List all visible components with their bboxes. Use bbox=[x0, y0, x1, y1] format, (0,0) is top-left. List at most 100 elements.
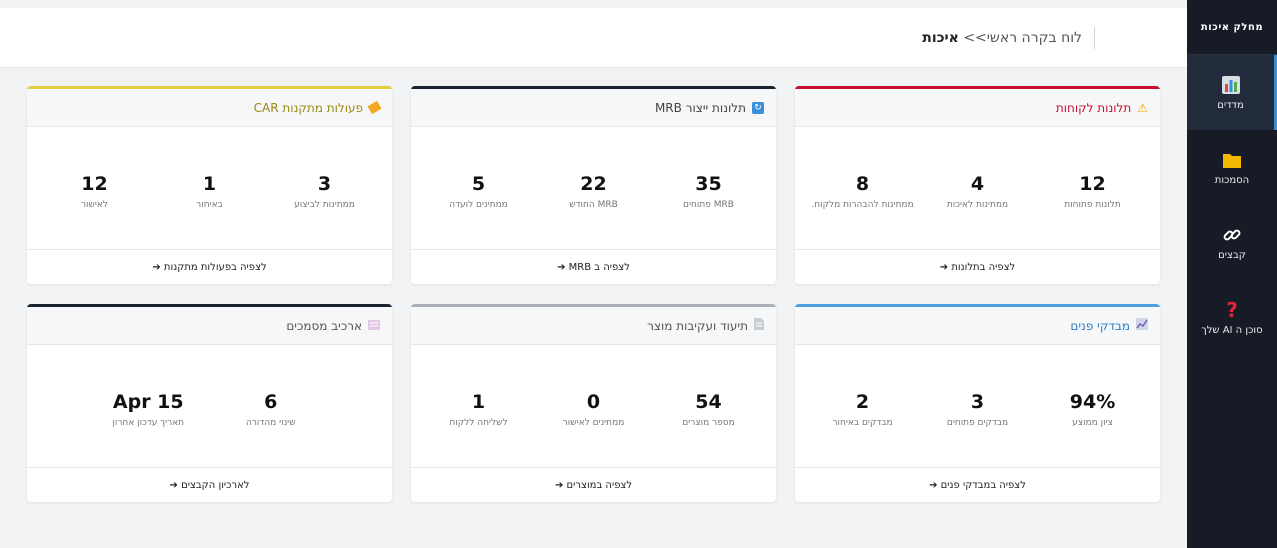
stat-label: מבדקים פתוחים bbox=[946, 418, 1009, 428]
stat: 12 לאישור bbox=[37, 173, 152, 249]
chart-icon bbox=[1221, 75, 1241, 95]
view-archive-link[interactable]: לארכיון הקבצים ➔ bbox=[27, 467, 392, 502]
dashboard-grid: ⚠ תלונות לקוחות 12 תלונות פתוחות 4 ממתינות… bbox=[27, 86, 1160, 502]
stat-value: 4 bbox=[970, 173, 985, 195]
breadcrumb: לוח בקרה ראשי>> איכות bbox=[922, 30, 1082, 46]
stat-label: תלונות פתוחות bbox=[1064, 200, 1121, 210]
card-document-archive: ארכיב מסמכים 6 שינוי מהדורה Apr 15 תאריך ע… bbox=[27, 304, 392, 502]
warning-icon: ⚠ bbox=[1137, 100, 1148, 115]
sidebar-item-label: סוכן ה AI שלך bbox=[1201, 324, 1263, 336]
card-header: ⚠ תלונות לקוחות bbox=[795, 89, 1160, 127]
stat-label: ממתינים לועדה bbox=[449, 200, 508, 210]
stat: 35 MRB פתוחים bbox=[651, 173, 766, 249]
stat: 54 מספר מוצרים bbox=[651, 391, 766, 467]
sidebar-item-certifications[interactable]: הסמכות bbox=[1187, 130, 1277, 205]
card-internal-audits: מבדקי פנים 94% ציון ממוצע 3 מבדקים פתוחים … bbox=[795, 304, 1160, 502]
card-header: תיעוד ועקיבות מוצר bbox=[411, 307, 776, 345]
stat: 12 תלונות פתוחות bbox=[1035, 173, 1150, 249]
stat-label: לאישור bbox=[80, 200, 109, 210]
stat-label: באיחור bbox=[196, 200, 223, 210]
stat-value: Apr 15 bbox=[112, 391, 184, 413]
stat: 94% ציון ממוצע bbox=[1035, 391, 1150, 467]
card-customer-complaints: ⚠ תלונות לקוחות 12 תלונות פתוחות 4 ממתינות… bbox=[795, 86, 1160, 284]
card-title: תלונות ייצור MRB bbox=[654, 100, 746, 115]
stat-label: ממתינות לביצוע bbox=[294, 200, 355, 210]
stat-value: 8 bbox=[855, 173, 870, 195]
stat-value: 6 bbox=[264, 391, 278, 413]
card-stats: 3 ממתינות לביצוע 1 באיחור 12 לאישור bbox=[27, 127, 392, 249]
stat: 1 לשליחה ללקוח bbox=[421, 391, 536, 467]
trend-icon bbox=[1136, 318, 1148, 333]
stat: 22 MRB החודש bbox=[536, 173, 651, 249]
view-products-link[interactable]: לצפיה במוצרים ➔ bbox=[411, 467, 776, 502]
sidebar-item-ai-agent[interactable]: ? סוכן ה AI שלך bbox=[1187, 280, 1277, 355]
stat-label: תאריך עדכון אחרון bbox=[112, 418, 185, 428]
card-product-traceability: תיעוד ועקיבות מוצר 54 מספר מוצרים 0 ממתיני… bbox=[411, 304, 776, 502]
card-corrective-actions: פעולות מתקנות CAR 3 ממתינות לביצוע 1 באיחו… bbox=[27, 86, 392, 284]
stat-value: 3 bbox=[970, 391, 985, 413]
stat: Apr 15 תאריך עדכון אחרון bbox=[87, 391, 210, 467]
stat-value: 1 bbox=[471, 391, 486, 413]
stat: 1 באיחור bbox=[152, 173, 267, 249]
stat-value: 0 bbox=[586, 391, 601, 413]
stat-value: 22 bbox=[580, 173, 607, 195]
stat: 2 מבדקים באיחור bbox=[805, 391, 920, 467]
stat-label: ממתינות לאיכות bbox=[946, 200, 1009, 210]
card-header: ↻ תלונות ייצור MRB bbox=[411, 89, 776, 127]
stat-label: ממתינים לאישור bbox=[562, 418, 625, 428]
view-mrb-link[interactable]: לצפיה ב MRB ➔ bbox=[411, 249, 776, 284]
link-icon bbox=[1222, 225, 1242, 245]
card-title: ארכיב מסמכים bbox=[286, 318, 362, 333]
card-header: מבדקי פנים bbox=[795, 307, 1160, 345]
stat-value: 12 bbox=[1079, 173, 1106, 195]
card-stats: 6 שינוי מהדורה Apr 15 תאריך עדכון אחרון bbox=[27, 345, 392, 467]
card-stats: 35 MRB פתוחים 22 MRB החודש 5 ממתינים לועדה bbox=[411, 127, 776, 249]
sidebar-item-label: קבצים bbox=[1218, 249, 1246, 261]
stat: 3 ממתינות לביצוע bbox=[267, 173, 382, 249]
stat-label: MRB פתוחים bbox=[683, 200, 734, 210]
view-audits-link[interactable]: לצפיה במבדקי פנים ➔ bbox=[795, 467, 1160, 502]
refresh-icon: ↻ bbox=[752, 101, 764, 114]
stat-value: 12 bbox=[81, 173, 108, 195]
sidebar-title: מחלק איכות bbox=[1187, 0, 1277, 55]
stat: 3 מבדקים פתוחים bbox=[920, 391, 1035, 467]
card-stats: 94% ציון ממוצע 3 מבדקים פתוחים 2 מבדקים באי… bbox=[795, 345, 1160, 467]
stat-label: מבדקים באיחור bbox=[832, 418, 893, 428]
card-title: מבדקי פנים bbox=[1070, 318, 1130, 333]
stat-value: 3 bbox=[317, 173, 332, 195]
card-stats: 54 מספר מוצרים 0 ממתינים לאישור 1 לשליחה לל… bbox=[411, 345, 776, 467]
stat-value: 2 bbox=[855, 391, 870, 413]
folder-icon bbox=[1222, 150, 1242, 170]
tag-icon bbox=[367, 100, 382, 115]
card-header: פעולות מתקנות CAR bbox=[27, 89, 392, 127]
stat-label: שינוי מהדורה bbox=[245, 418, 296, 428]
sidebar-item-metrics[interactable]: מדדים bbox=[1187, 55, 1277, 130]
archive-icon bbox=[368, 319, 380, 333]
card-stats: 12 תלונות פתוחות 4 ממתינות לאיכות 8 ממתינות… bbox=[795, 127, 1160, 249]
header-divider bbox=[1094, 26, 1095, 49]
sidebar: מחלק איכות מדדים הסמכות קבצים ? סוכן ה A… bbox=[1187, 0, 1277, 548]
card-title: תיעוד ועקיבות מוצר bbox=[647, 318, 748, 333]
page-header: לוח בקרה ראשי>> איכות bbox=[0, 8, 1187, 68]
stat: 8 ממתינות להבהרות מלקוח. bbox=[805, 173, 920, 249]
stat-label: ציון ממוצע bbox=[1072, 418, 1113, 428]
view-complaints-link[interactable]: לצפיה בתלונות ➔ bbox=[795, 249, 1160, 284]
stat-value: 1 bbox=[202, 173, 217, 195]
stat-label: מספר מוצרים bbox=[682, 418, 735, 428]
sidebar-item-label: הסמכות bbox=[1214, 174, 1250, 186]
stat: 5 ממתינים לועדה bbox=[421, 173, 536, 249]
sidebar-item-label: מדדים bbox=[1217, 99, 1244, 111]
sidebar-item-files[interactable]: קבצים bbox=[1187, 205, 1277, 280]
question-icon: ? bbox=[1226, 297, 1238, 322]
stat-label: MRB החודש bbox=[569, 200, 618, 210]
breadcrumb-current: איכות bbox=[922, 29, 959, 46]
view-corrective-actions-link[interactable]: לצפיה בפעולות מתקנות ➔ bbox=[27, 249, 392, 284]
stat-label: לשליחה ללקוח bbox=[449, 418, 508, 428]
card-title: פעולות מתקנות CAR bbox=[253, 100, 363, 115]
stat-value: 35 bbox=[695, 173, 722, 195]
stat-value: 5 bbox=[471, 173, 486, 195]
stat-value: 94% bbox=[1069, 391, 1116, 413]
stat: 0 ממתינים לאישור bbox=[536, 391, 651, 467]
stat: 4 ממתינות לאיכות bbox=[920, 173, 1035, 249]
breadcrumb-base[interactable]: לוח בקרה ראשי>> bbox=[963, 30, 1082, 46]
